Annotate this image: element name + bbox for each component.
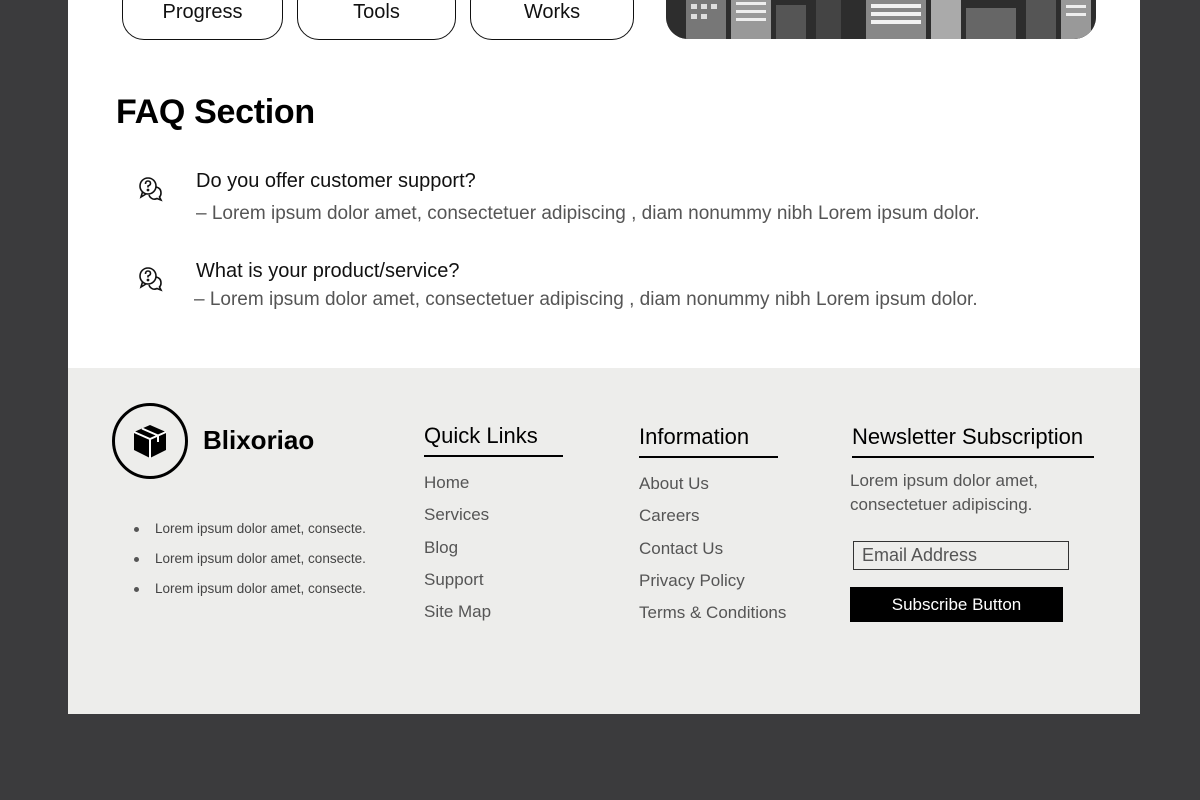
faq-question[interactable]: What is your product/service? (196, 260, 459, 283)
subscribe-button[interactable]: Subscribe Button (850, 587, 1063, 622)
footer-link-careers[interactable]: Careers (639, 505, 786, 537)
question-chat-icon (138, 266, 164, 292)
newsletter-heading: Newsletter Subscription (852, 424, 1094, 458)
quick-links-heading: Quick Links (424, 423, 563, 457)
footer-link-services[interactable]: Services (424, 504, 491, 536)
footer-link-blog[interactable]: Blog (424, 537, 491, 569)
footer-link-privacy-policy[interactable]: Privacy Policy (639, 570, 786, 602)
information-heading: Information (639, 424, 778, 458)
email-field[interactable] (853, 541, 1069, 570)
footer-link-support[interactable]: Support (424, 569, 491, 601)
footer-link-site-map[interactable]: Site Map (424, 601, 491, 633)
footer: Blixoriao Lorem ipsum dolor amet, consec… (68, 368, 1140, 714)
newsletter-description: Lorem ipsum dolor amet, consectetuer adi… (850, 471, 1039, 514)
faq-answer: – Lorem ipsum dolor amet, consectetuer a… (194, 289, 978, 310)
quick-links-list: Home Services Blog Support Site Map (424, 472, 491, 633)
footer-link-contact-us[interactable]: Contact Us (639, 538, 786, 570)
brand-bullet-list: Lorem ipsum dolor amet, consecte. Lorem … (134, 518, 366, 608)
box-icon (133, 425, 167, 458)
faq-title: FAQ Section (116, 93, 315, 131)
list-item: Lorem ipsum dolor amet, consecte. (134, 578, 366, 608)
progress-button[interactable]: Progress (122, 0, 283, 40)
list-item: Lorem ipsum dolor amet, consecte. (134, 548, 366, 578)
footer-link-about-us[interactable]: About Us (639, 473, 786, 505)
footer-link-home[interactable]: Home (424, 472, 491, 504)
question-chat-icon (138, 176, 164, 202)
faq-question[interactable]: Do you offer customer support? (196, 170, 476, 193)
works-button[interactable]: Works (470, 0, 634, 40)
faq-answer: – Lorem ipsum dolor amet, consectetuer a… (196, 203, 980, 224)
city-image (666, 0, 1096, 39)
tools-button[interactable]: Tools (297, 0, 456, 40)
footer-link-terms-conditions[interactable]: Terms & Conditions (639, 602, 786, 634)
information-list: About Us Careers Contact Us Privacy Poli… (639, 473, 786, 634)
brand-name: Blixoriao (203, 425, 315, 455)
main-content: Progress Tools Works FAQ Section Do you … (68, 0, 1140, 368)
list-item: Lorem ipsum dolor amet, consecte. (134, 518, 366, 548)
logo[interactable] (112, 403, 188, 479)
